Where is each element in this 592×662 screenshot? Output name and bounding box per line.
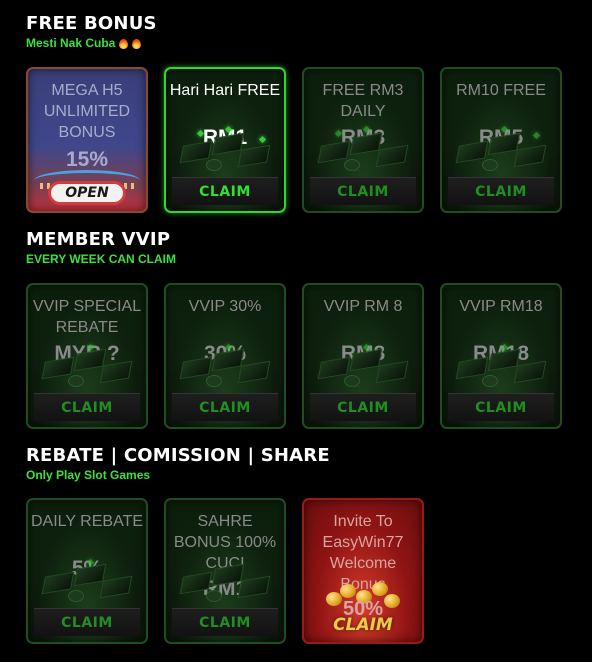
card-decoration bbox=[178, 341, 272, 391]
claim-button[interactable]: CLAIM bbox=[448, 177, 554, 205]
bonus-card-invite-welcome[interactable]: Invite To EasyWin77 Welcome Bonus 50% CL… bbox=[302, 498, 424, 644]
bonus-card-vvip-rm18[interactable]: VVIP RM18 RM18 CLAIM bbox=[440, 283, 562, 429]
section-title: FREE BONUS bbox=[26, 13, 157, 34]
open-button[interactable]: OPEN bbox=[48, 181, 126, 205]
card-value: 15% bbox=[65, 148, 109, 171]
section-subtitle: Mesti Nak Cuba bbox=[26, 35, 157, 51]
card-decoration bbox=[178, 125, 272, 175]
card-decoration bbox=[454, 125, 548, 175]
bonus-card-hari-hari-free[interactable]: Hari Hari FREE RM1 CLAIM bbox=[164, 67, 286, 213]
claim-button[interactable]: CLAIM bbox=[172, 177, 278, 205]
claim-button[interactable]: CLAIM bbox=[310, 393, 416, 421]
claim-button[interactable]: CLAIM bbox=[172, 608, 278, 636]
section-subtitle: EVERY WEEK CAN CLAIM bbox=[26, 251, 176, 267]
section-member-vvip: MEMBER VVIP EVERY WEEK CAN CLAIM bbox=[26, 230, 176, 267]
card-label: FREE RM3 DAILY bbox=[322, 82, 404, 120]
card-label: RM10 FREE bbox=[456, 82, 546, 99]
bonus-card-vvip-special-rebate[interactable]: VVIP SPECIAL REBATE MYR ? CLAIM bbox=[26, 283, 148, 429]
card-label: VVIP RM 8 bbox=[323, 298, 403, 315]
card-label: VVIP RM18 bbox=[459, 298, 543, 315]
card-decoration bbox=[316, 341, 410, 391]
fire-icon bbox=[132, 37, 142, 49]
bonus-card-daily-rebate[interactable]: DAILY REBATE 5% CLAIM bbox=[26, 498, 148, 644]
card-label: VVIP 30% bbox=[188, 298, 262, 315]
bonus-card-mega-h5[interactable]: MEGA H5 UNLIMITED BONUS 15% OPEN bbox=[26, 67, 148, 213]
claim-button[interactable]: CLAIM bbox=[310, 177, 416, 205]
card-label: Hari Hari FREE bbox=[169, 82, 281, 99]
claim-button[interactable]: CLAIM bbox=[34, 608, 140, 636]
section-free-bonus: FREE BONUS Mesti Nak Cuba bbox=[26, 14, 157, 51]
section-subtitle-text: EVERY WEEK CAN CLAIM bbox=[26, 252, 177, 266]
claim-button[interactable]: CLAIM bbox=[34, 393, 140, 421]
card-decoration bbox=[316, 125, 410, 175]
section-title: MEMBER VVIP bbox=[26, 229, 171, 250]
card-label: DAILY REBATE bbox=[30, 513, 144, 530]
card-label: MEGA H5 UNLIMITED BONUS bbox=[43, 82, 131, 141]
section-title: REBATE | COMISSION | SHARE bbox=[26, 445, 330, 466]
claim-button[interactable]: CLAIM bbox=[314, 612, 412, 638]
card-decoration bbox=[40, 341, 134, 391]
claim-button[interactable]: CLAIM bbox=[172, 393, 278, 421]
section-subtitle-text: Only Play Slot Games bbox=[26, 468, 151, 482]
fire-icon bbox=[119, 37, 129, 49]
card-decoration bbox=[454, 341, 548, 391]
bonus-card-free-rm3[interactable]: FREE RM3 DAILY RM3 CLAIM bbox=[302, 67, 424, 213]
claim-button[interactable]: CLAIM bbox=[448, 393, 554, 421]
section-subtitle-text: Mesti Nak Cuba bbox=[26, 36, 116, 50]
bonus-card-share-bonus[interactable]: SAHRE BONUS 100% CUCI RM1 CLAIM bbox=[164, 498, 286, 644]
bonus-card-vvip-30[interactable]: VVIP 30% 30% CLAIM bbox=[164, 283, 286, 429]
section-rebate-commission-share: REBATE | COMISSION | SHARE Only Play Slo… bbox=[26, 446, 330, 483]
bonus-card-vvip-rm8[interactable]: VVIP RM 8 RM8 CLAIM bbox=[302, 283, 424, 429]
card-label: VVIP SPECIAL REBATE bbox=[32, 298, 142, 336]
bonus-card-rm10-free[interactable]: RM10 FREE RM5 CLAIM bbox=[440, 67, 562, 213]
card-decoration bbox=[40, 556, 134, 606]
card-decoration bbox=[178, 556, 272, 606]
section-subtitle: Only Play Slot Games bbox=[26, 467, 330, 483]
